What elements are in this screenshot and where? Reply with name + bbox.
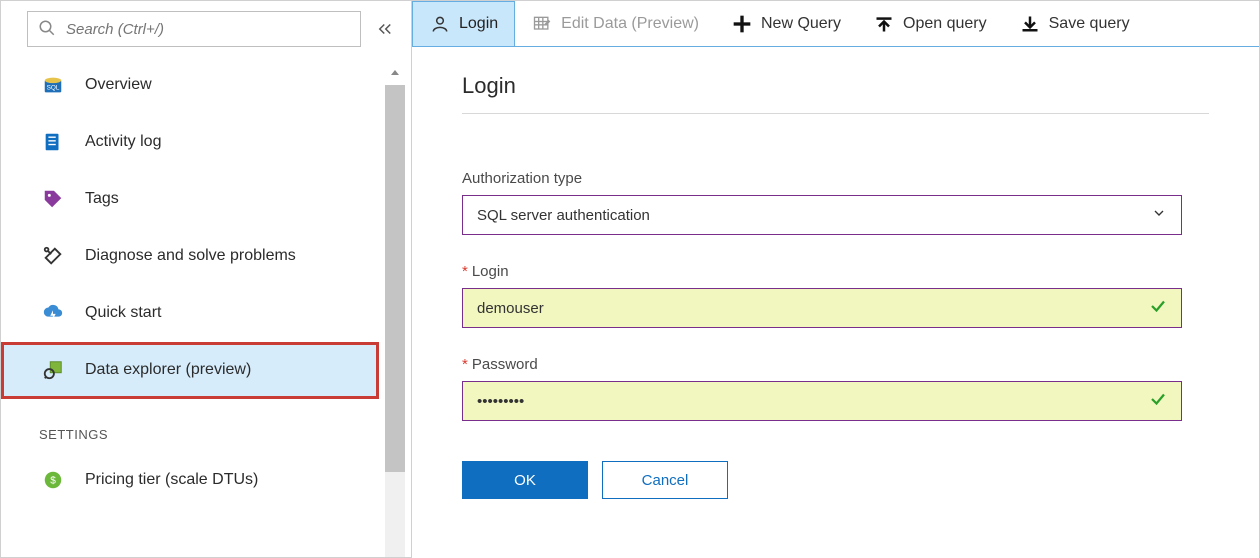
sidebar-item-label: Pricing tier (scale DTUs) (85, 471, 258, 489)
new-query-button[interactable]: New Query (715, 1, 857, 46)
chevron-down-icon (1151, 205, 1167, 225)
sidebar-item-label: Quick start (85, 304, 161, 322)
cancel-button[interactable]: Cancel (602, 461, 728, 499)
sidebar-item-quick-start[interactable]: Quick start (1, 285, 379, 342)
sidebar-item-label: Overview (85, 76, 152, 94)
required-asterisk: * (462, 356, 468, 373)
search-row (1, 1, 411, 57)
scroll-track[interactable] (385, 85, 405, 557)
tab-label: Edit Data (Preview) (561, 15, 699, 33)
field-auth-type: Authorization type SQL server authentica… (462, 170, 1182, 235)
plus-icon (731, 14, 753, 34)
log-icon (39, 128, 67, 156)
nav-scroll: SQL Overview Activity log Tags (1, 57, 411, 557)
sidebar-item-overview[interactable]: SQL Overview (1, 57, 379, 114)
sidebar-item-label: Tags (85, 190, 119, 208)
form-title: Login (462, 73, 1209, 114)
search-icon (38, 19, 56, 40)
sidebar-item-diagnose[interactable]: Diagnose and solve problems (1, 228, 379, 285)
button-label: New Query (761, 15, 841, 33)
section-header-settings: SETTINGS (1, 399, 379, 452)
login-input[interactable] (477, 300, 1149, 317)
tag-icon (39, 185, 67, 213)
password-input-wrap (462, 381, 1182, 421)
sidebar: SQL Overview Activity log Tags (0, 0, 412, 558)
field-password: *Password (462, 356, 1182, 421)
save-query-button[interactable]: Save query (1003, 1, 1146, 46)
svg-text:SQL: SQL (47, 85, 60, 92)
main-panel: Login Edit Data (Preview) New Query Open… (412, 0, 1260, 558)
search-box[interactable] (27, 11, 361, 47)
button-label: Save query (1049, 15, 1130, 33)
open-icon (873, 14, 895, 34)
data-explorer-icon (39, 356, 67, 384)
sidebar-item-label: Activity log (85, 133, 161, 151)
login-form: Login Authorization type SQL server auth… (412, 47, 1259, 558)
scroll-thumb[interactable] (385, 85, 405, 472)
auth-type-label: Authorization type (462, 170, 1182, 187)
person-icon (429, 14, 451, 34)
required-asterisk: * (462, 263, 468, 280)
sidebar-item-pricing-tier[interactable]: $ Pricing tier (scale DTUs) (1, 452, 379, 509)
grid-edit-icon (531, 14, 553, 34)
field-login: *Login (462, 263, 1182, 328)
collapse-sidebar-button[interactable] (373, 17, 397, 41)
sidebar-item-tags[interactable]: Tags (1, 171, 379, 228)
tab-label: Login (459, 15, 498, 33)
toolbar: Login Edit Data (Preview) New Query Open… (412, 1, 1259, 47)
svg-text:$: $ (50, 476, 56, 487)
pricing-icon: $ (39, 466, 67, 494)
password-input[interactable] (477, 393, 1149, 410)
button-label: Open query (903, 15, 987, 33)
login-label: *Login (462, 263, 1182, 280)
auth-type-select[interactable]: SQL server authentication (462, 195, 1182, 235)
password-label: *Password (462, 356, 1182, 373)
check-icon (1149, 297, 1167, 319)
ok-button[interactable]: OK (462, 461, 588, 499)
login-input-wrap (462, 288, 1182, 328)
auth-type-value: SQL server authentication (477, 207, 650, 224)
scroll-up-icon[interactable] (381, 61, 409, 85)
cloud-bolt-icon (39, 299, 67, 327)
sidebar-scrollbar[interactable] (381, 61, 409, 557)
open-query-button[interactable]: Open query (857, 1, 1003, 46)
sidebar-item-activity-log[interactable]: Activity log (1, 114, 379, 171)
sql-db-icon: SQL (39, 71, 67, 99)
search-input[interactable] (66, 21, 350, 38)
tab-edit-data[interactable]: Edit Data (Preview) (515, 1, 715, 46)
tab-login[interactable]: Login (412, 1, 515, 46)
sidebar-item-label: Diagnose and solve problems (85, 247, 296, 265)
button-row: OK Cancel (462, 461, 1209, 499)
tools-icon (39, 242, 67, 270)
sidebar-item-data-explorer[interactable]: Data explorer (preview) (1, 342, 379, 399)
check-icon (1149, 390, 1167, 412)
sidebar-item-label: Data explorer (preview) (85, 361, 251, 379)
save-icon (1019, 14, 1041, 34)
